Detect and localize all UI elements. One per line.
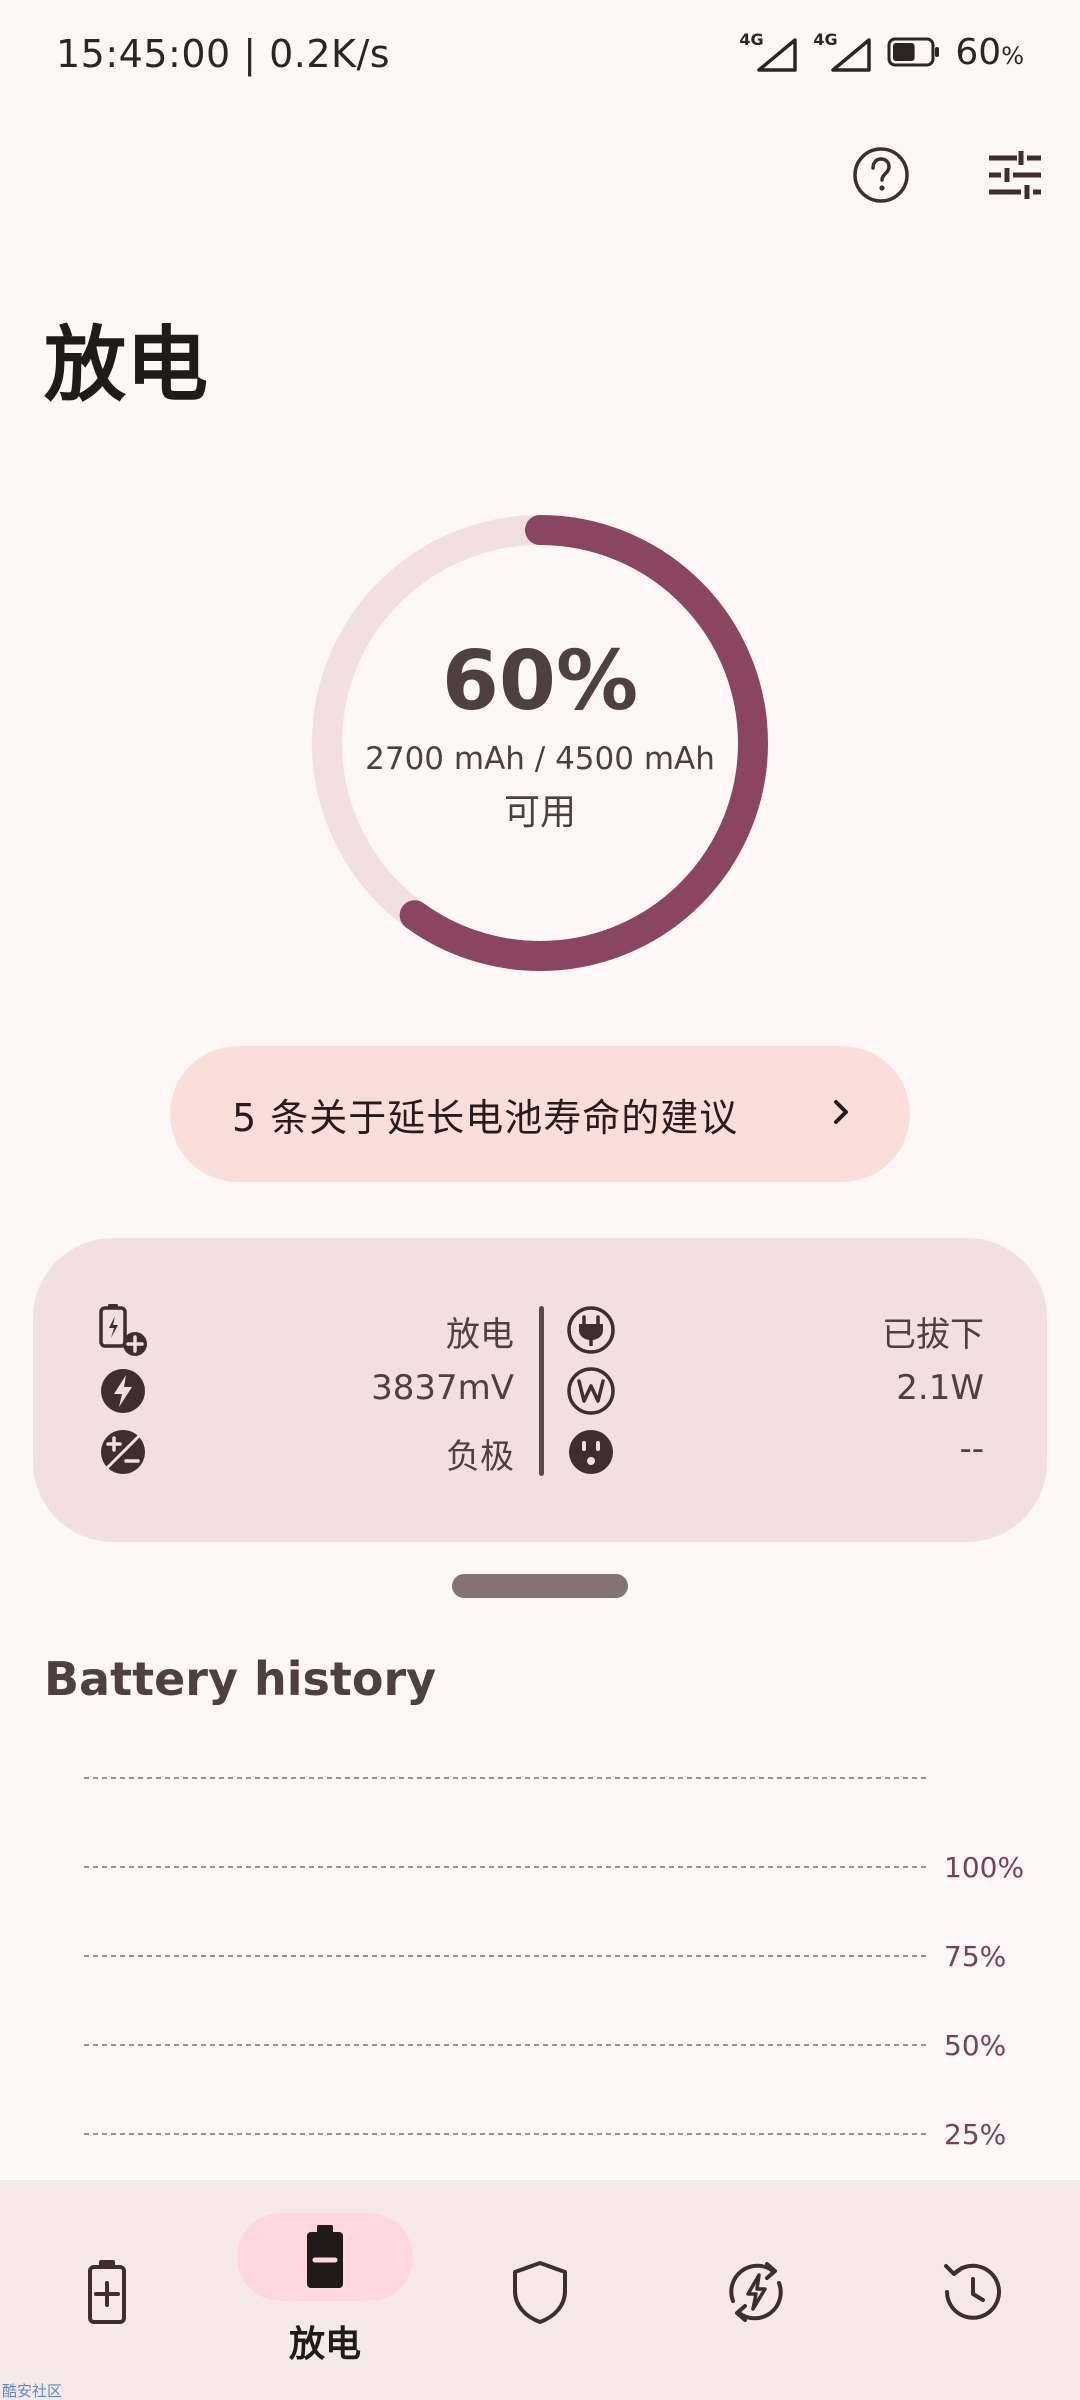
- watermark-text: 酷安社区: [2, 2382, 63, 2400]
- status-bar: 15:45:00 | 0.2K/s 4G 4G 60%: [0, 0, 1080, 110]
- bolt-circle-icon: [95, 1363, 151, 1419]
- battery-history-title: Battery history: [44, 1652, 437, 1706]
- chart-y-tick-label: 50%: [944, 2029, 1006, 2062]
- battery-percent: 60%: [955, 32, 1024, 73]
- battery-percent-unit: %: [1001, 41, 1024, 70]
- info-plug-status: 已拔下: [882, 1315, 984, 1355]
- nav-shield-icon[interactable]: [480, 2232, 600, 2352]
- battery-capacity: 2700 mAh / 4500 mAh: [365, 741, 715, 777]
- chart-y-tick-label: 25%: [944, 2118, 1006, 2151]
- nav-charge-icon[interactable]: [47, 2232, 167, 2352]
- page-title: 放电: [44, 318, 209, 413]
- drag-handle[interactable]: [452, 1574, 628, 1598]
- nav-discharge-label[interactable]: 放电: [237, 2315, 413, 2367]
- info-outlet: --: [959, 1429, 984, 1469]
- signal-1-icon: 4G: [739, 30, 799, 74]
- battery-tips-label: 5 条关于延长电池寿命的建议: [232, 1095, 739, 1140]
- status-time: 15:45:00 | 0.2K/s: [56, 32, 391, 76]
- battery-percent-large: 60%: [441, 634, 639, 729]
- info-discharge-status: 放电: [446, 1315, 514, 1355]
- plus-minus-circle-icon: [95, 1424, 151, 1480]
- nav-history-icon[interactable]: [912, 2232, 1032, 2352]
- battery-history-chart: 100% 75% 50% 25%: [84, 1777, 1024, 2151]
- info-divider: [539, 1306, 544, 1476]
- info-polarity: 负极: [446, 1437, 514, 1477]
- battery-charge-add-icon: [95, 1302, 151, 1358]
- battery-status-icon: [887, 37, 941, 67]
- status-indicators: 4G 4G 60%: [739, 30, 1024, 74]
- nav-discharge-icon[interactable]: [265, 2197, 385, 2317]
- info-power: 2.1W: [896, 1368, 984, 1408]
- ring-center: 60% 2700 mAh / 4500 mAh 可用: [312, 515, 768, 971]
- battery-available-label: 可用: [503, 792, 576, 833]
- signal-2-icon: 4G: [813, 30, 873, 74]
- battery-tips-button[interactable]: 5 条关于延长电池寿命的建议: [170, 1046, 910, 1182]
- chart-y-tick-label: 75%: [944, 1940, 1006, 1973]
- help-icon[interactable]: [846, 140, 916, 210]
- tune-sliders-icon[interactable]: [980, 140, 1050, 210]
- plug-circle-icon: [563, 1302, 619, 1358]
- chevron-right-icon: [830, 1094, 854, 1134]
- info-voltage: 3837mV: [371, 1368, 514, 1408]
- outlet-icon: [563, 1424, 619, 1480]
- nav-sync-bolt-icon[interactable]: [696, 2232, 816, 2352]
- watt-circle-icon: [563, 1363, 619, 1419]
- chart-y-tick-label: 100%: [944, 1851, 1024, 1884]
- battery-percent-value: 60: [955, 31, 1002, 73]
